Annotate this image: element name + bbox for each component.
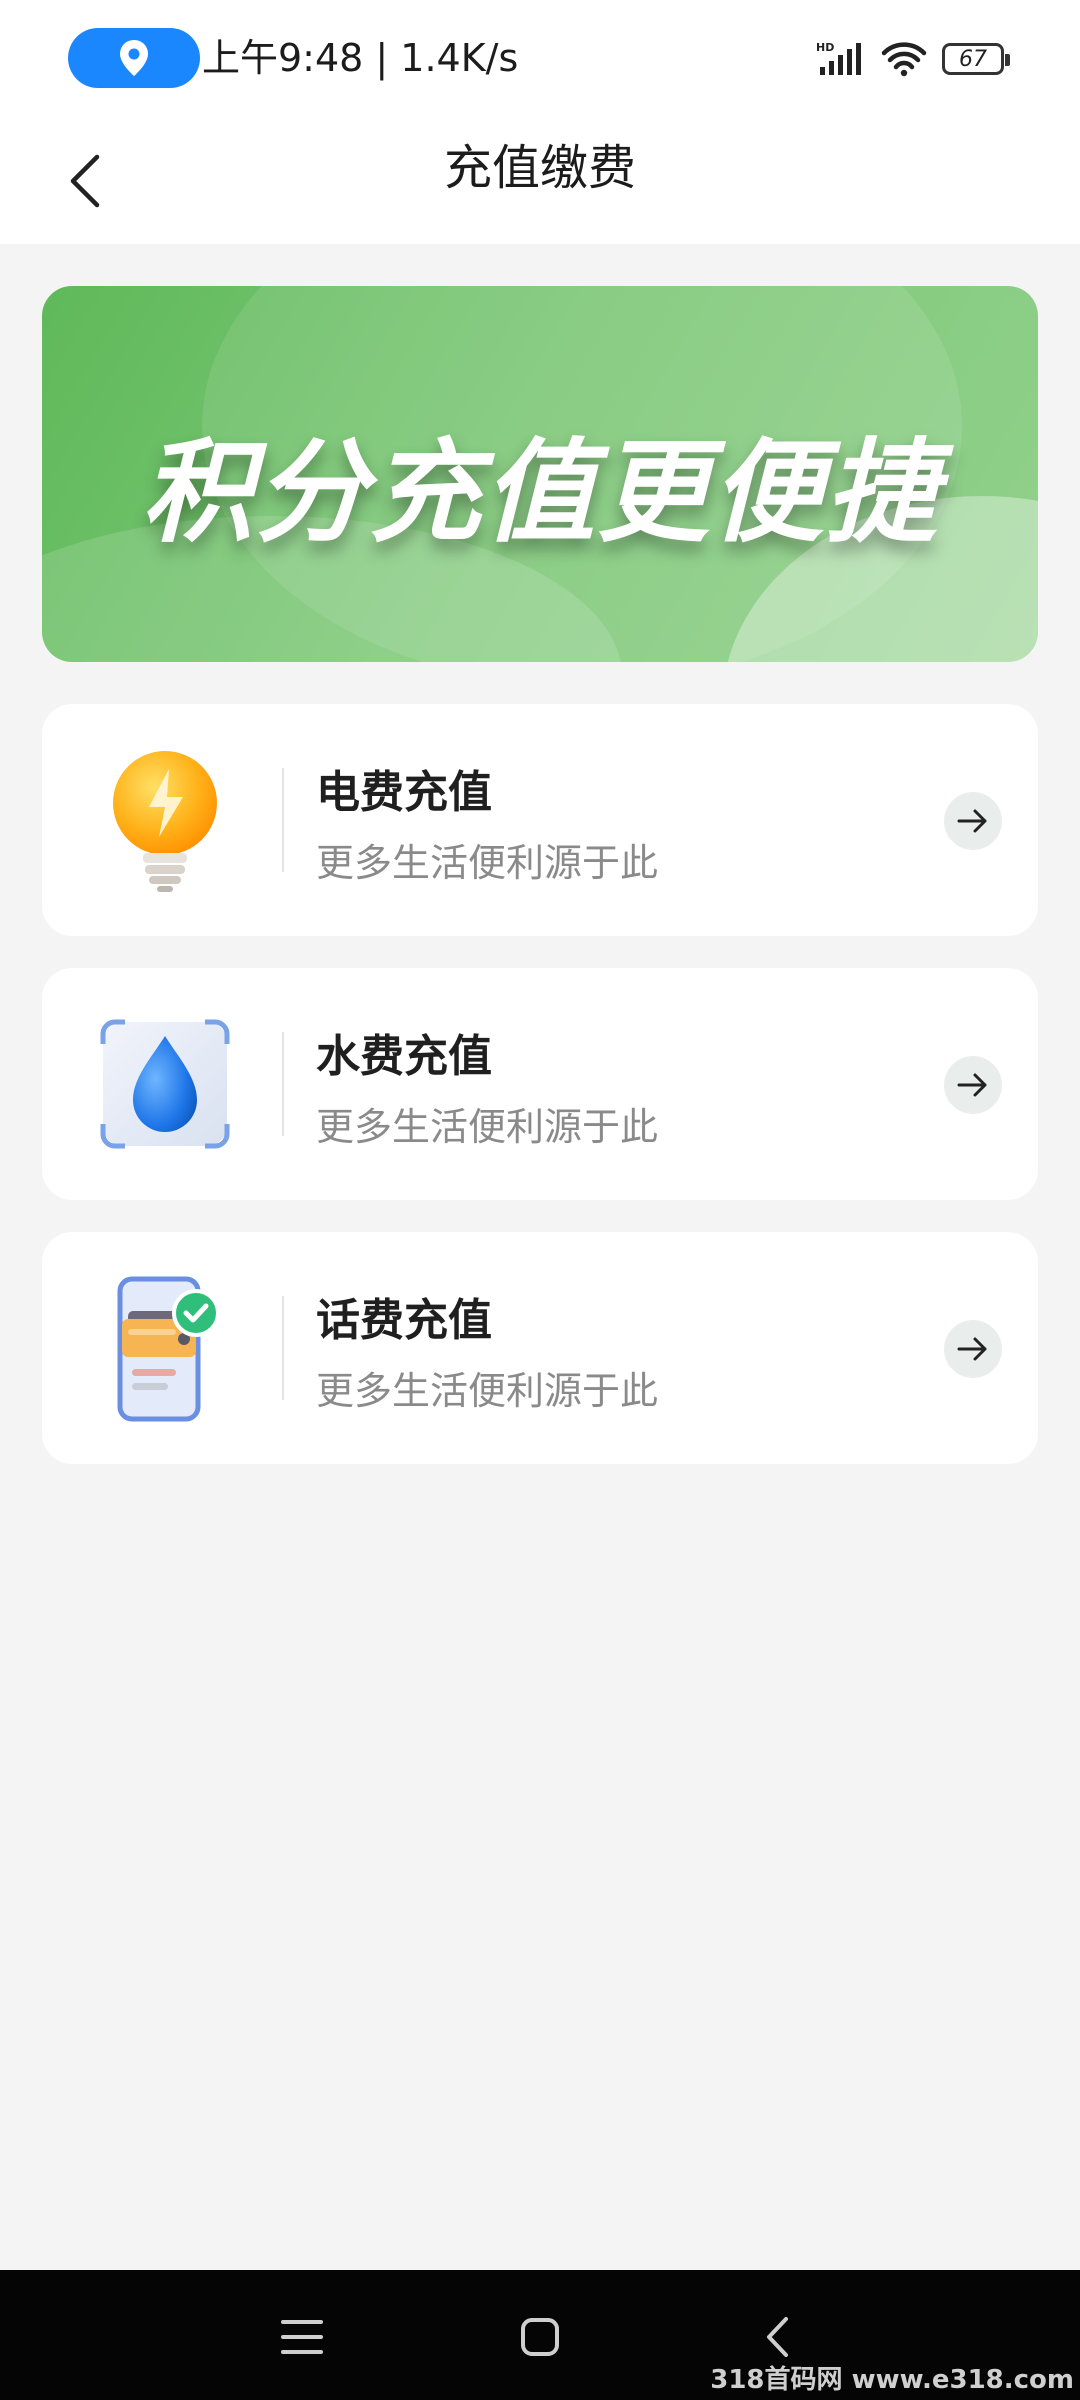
page-title: 充值缴费 [443, 140, 636, 196]
back-button[interactable] [40, 136, 130, 226]
service-subtitle: 更多生活便利源于此 [316, 1369, 659, 1413]
system-nav-bar: 318首码网 www.e318.com [0, 2270, 1080, 2400]
nav-menu-button[interactable] [262, 2300, 342, 2374]
arrow-right-icon [957, 1337, 987, 1361]
service-card-water[interactable]: 水费充值 更多生活便利源于此 [42, 968, 1038, 1200]
service-subtitle: 更多生活便利源于此 [316, 841, 659, 885]
service-title: 水费充值 [316, 1031, 492, 1082]
status-icons: HD 67 [816, 34, 1010, 84]
wifi-icon [881, 42, 927, 77]
phone-bill-icon [90, 1270, 240, 1426]
status-time-speed: 上午9:48 | 1.4K/s [202, 36, 519, 80]
promo-banner[interactable]: 积分充值更便捷 [42, 286, 1038, 662]
service-title: 电费充值 [316, 767, 492, 818]
water-drop-icon [90, 1006, 240, 1162]
go-button[interactable] [944, 1320, 1002, 1378]
arrow-right-icon [957, 1073, 987, 1097]
service-title: 话费充值 [316, 1295, 492, 1346]
banner-text: 积分充值更便捷 [141, 428, 939, 558]
home-square-icon [521, 2318, 559, 2356]
location-pin-icon [120, 40, 148, 76]
status-bar: 上午9:48 | 1.4K/s HD 67 [0, 0, 1080, 118]
menu-icon [281, 2320, 323, 2354]
svg-text:HD: HD [816, 41, 834, 54]
lightbulb-icon [90, 742, 240, 898]
chevron-left-icon [767, 2317, 788, 2357]
signal-icon: HD [816, 41, 861, 75]
card-divider [282, 1296, 284, 1400]
go-button[interactable] [944, 792, 1002, 850]
nav-home-button[interactable] [500, 2300, 580, 2374]
service-card-phone[interactable]: 话费充值 更多生活便利源于此 [42, 1232, 1038, 1464]
card-divider [282, 1032, 284, 1136]
battery-level: 67 [959, 46, 987, 72]
watermark: 318首码网 www.e318.com [710, 2365, 1074, 2395]
go-button[interactable] [944, 1056, 1002, 1114]
chevron-left-icon [70, 154, 100, 208]
battery-icon: 67 [942, 43, 1010, 75]
arrow-right-icon [957, 809, 987, 833]
location-indicator [68, 28, 200, 88]
service-subtitle: 更多生活便利源于此 [316, 1105, 659, 1149]
card-divider [282, 768, 284, 872]
app-header: 充值缴费 [0, 118, 1080, 244]
service-card-electricity[interactable]: 电费充值 更多生活便利源于此 [42, 704, 1038, 936]
